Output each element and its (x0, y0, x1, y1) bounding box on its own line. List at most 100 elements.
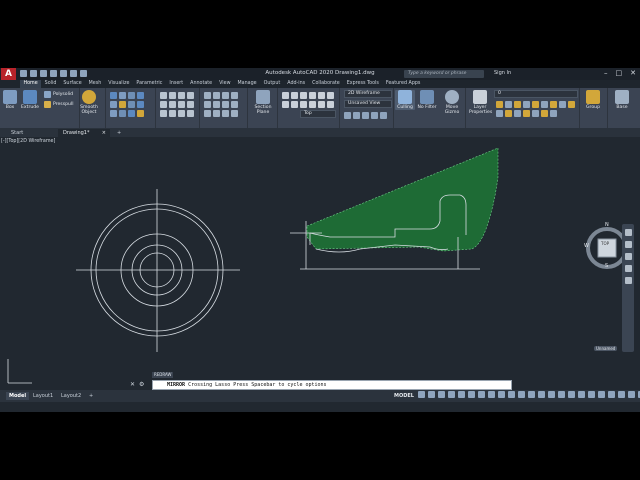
circular-part[interactable] (76, 189, 240, 352)
gizmo-status-icon[interactable] (548, 391, 555, 398)
ucs-previous-icon[interactable] (327, 101, 334, 108)
imprint-icon[interactable] (110, 110, 117, 117)
intersect-icon[interactable] (128, 92, 135, 99)
viewport-controls-label[interactable]: [-][Top][2D Wireframe] (1, 139, 55, 144)
offset-icon[interactable] (128, 110, 135, 117)
ucs-3point-icon[interactable] (318, 92, 325, 99)
layer-freeze-icon[interactable] (514, 101, 521, 108)
layer-isolate-icon[interactable] (505, 101, 512, 108)
separate-icon[interactable] (119, 110, 126, 117)
tab-drawing1[interactable]: Drawing1* × (58, 129, 110, 137)
lock-ui-icon[interactable] (628, 391, 635, 398)
layer-lock-icon[interactable] (523, 101, 530, 108)
viewport-icon[interactable] (344, 112, 351, 119)
ucs-origin-icon[interactable] (300, 92, 307, 99)
ucs-z-icon[interactable] (309, 92, 316, 99)
new-tab-button[interactable]: + (112, 129, 126, 137)
rectangle-icon[interactable] (160, 101, 167, 108)
ucs-x-icon[interactable] (291, 101, 298, 108)
ucs-object-icon[interactable] (327, 92, 334, 99)
mirror-icon[interactable] (204, 101, 211, 108)
polygon-icon[interactable] (169, 101, 176, 108)
layer-walk-icon[interactable] (568, 101, 575, 108)
layer-previous-icon[interactable] (559, 101, 566, 108)
erase-icon[interactable] (213, 110, 220, 117)
layer-unlock-icon[interactable] (541, 110, 548, 117)
offset-modify-icon[interactable] (231, 110, 238, 117)
compass-north[interactable]: N (605, 222, 609, 228)
layer-match-icon[interactable] (541, 101, 548, 108)
tab-solid[interactable]: Solid (41, 80, 60, 88)
wrench-icon[interactable]: ⚙ (139, 381, 144, 388)
tab-annotate[interactable]: Annotate (187, 80, 216, 88)
ucs-y-icon[interactable] (300, 101, 307, 108)
layer-merge-icon[interactable] (514, 110, 521, 117)
visual-style-dropdown[interactable]: 2D Wireframe (344, 90, 392, 98)
snap-icon[interactable] (428, 391, 435, 398)
maximize-button[interactable]: □ (616, 69, 623, 77)
steering-wheel-icon[interactable] (624, 229, 632, 236)
osnap-tracking-icon[interactable] (468, 391, 475, 398)
ucs-view-icon[interactable] (282, 101, 289, 108)
hatch-icon[interactable] (160, 110, 167, 117)
tab-mesh[interactable]: Mesh (85, 80, 105, 88)
workspace-gear-icon[interactable] (588, 391, 595, 398)
quick-properties-icon[interactable] (618, 391, 625, 398)
tab-output[interactable]: Output (260, 80, 284, 88)
units-icon[interactable] (608, 391, 615, 398)
trim-icon[interactable] (222, 92, 229, 99)
extract-edges-icon[interactable] (119, 101, 126, 108)
thicken-icon[interactable] (137, 110, 144, 117)
ucs-face-icon[interactable] (309, 101, 316, 108)
ucs-named-icon[interactable] (318, 101, 325, 108)
close-button[interactable]: ✕ (630, 69, 636, 77)
tab-manage[interactable]: Manage (234, 80, 260, 88)
tab-parametric[interactable]: Parametric (133, 80, 166, 88)
add-layout-button[interactable]: + (86, 392, 96, 400)
named-views-icon[interactable] (353, 112, 360, 119)
slice-icon[interactable] (137, 92, 144, 99)
fillet-edge-icon[interactable] (110, 101, 117, 108)
pan-icon[interactable] (624, 241, 632, 248)
osnap-icon[interactable] (478, 391, 485, 398)
union-icon[interactable] (110, 92, 117, 99)
dynamic-ucs-icon[interactable] (528, 391, 535, 398)
layer-on-icon[interactable] (496, 101, 503, 108)
rotate-icon[interactable] (213, 92, 220, 99)
layer-properties-button[interactable]: Layer Properties (469, 90, 492, 115)
point-icon[interactable] (187, 110, 194, 117)
line-icon[interactable] (160, 92, 167, 99)
selection-filter-icon[interactable] (538, 391, 545, 398)
explode-icon[interactable] (222, 110, 229, 117)
layer-current-icon[interactable] (496, 110, 503, 117)
presspull-button[interactable]: Presspull (44, 101, 73, 108)
layer-delete-icon[interactable] (523, 110, 530, 117)
box-button[interactable]: Box (0, 90, 20, 110)
zoom-icon[interactable] (624, 253, 632, 260)
move-icon[interactable] (204, 92, 211, 99)
grid-icon[interactable] (418, 391, 425, 398)
minimize-button[interactable]: – (604, 69, 608, 77)
circle-icon[interactable] (178, 92, 185, 99)
section-plane-button[interactable]: Section Plane (253, 90, 273, 115)
ucs-icon[interactable] (282, 92, 289, 99)
close-cmd-icon[interactable]: ✕ (130, 381, 135, 388)
autoscale-icon[interactable] (568, 391, 575, 398)
spline-icon[interactable] (187, 101, 194, 108)
tab-model[interactable]: Model (6, 392, 30, 400)
compass-west[interactable]: W (584, 243, 589, 249)
tab-featured-apps[interactable]: Featured Apps (382, 80, 424, 88)
extrude-button[interactable]: Extrude (20, 90, 40, 110)
fillet-icon[interactable] (213, 101, 220, 108)
compass-south[interactable]: S (605, 263, 608, 269)
layer-state-icon[interactable] (550, 110, 557, 117)
tab-insert[interactable]: Insert (166, 80, 187, 88)
arc-icon[interactable] (187, 92, 194, 99)
orbit-icon[interactable] (624, 265, 632, 272)
search-input[interactable]: Type a keyword or phrase (404, 70, 484, 78)
shell-icon[interactable] (128, 101, 135, 108)
tab-layout2[interactable]: Layout2 (58, 392, 84, 400)
transparency-icon[interactable] (498, 391, 505, 398)
lineweight-icon[interactable] (488, 391, 495, 398)
layer-thaw-icon[interactable] (532, 110, 539, 117)
